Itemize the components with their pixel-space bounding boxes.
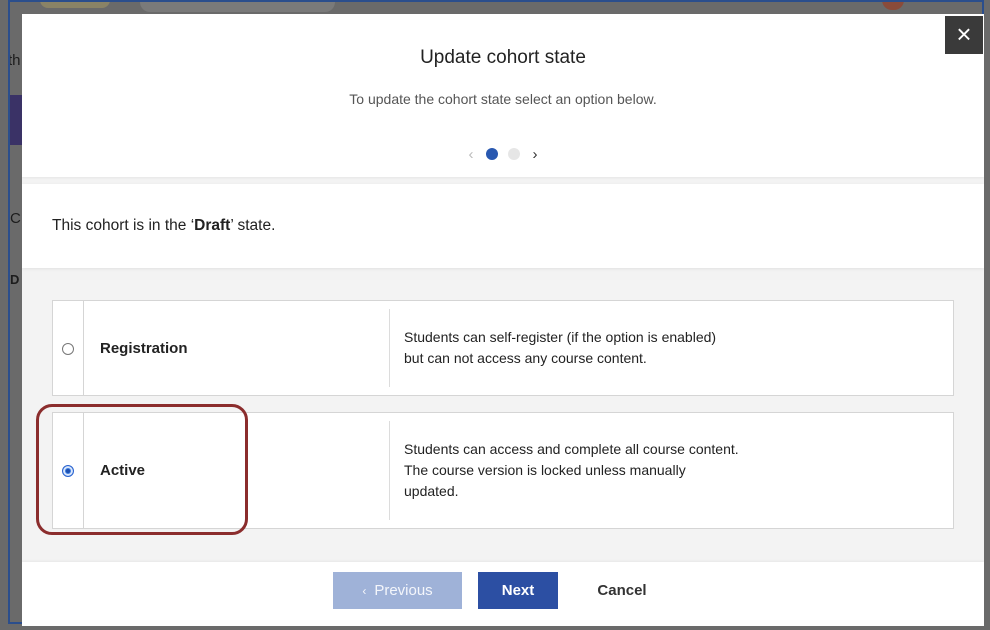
dialog-title: Update cohort state: [420, 47, 586, 68]
option-radio-cell: [53, 413, 84, 528]
previous-button[interactable]: ‹ Previous: [333, 572, 462, 609]
option-radio-cell: [53, 301, 84, 395]
current-state-text: This cohort is in the ‘Draft’ state.: [52, 217, 276, 234]
step-dot-1[interactable]: [486, 148, 498, 160]
dialog-subtitle: To update the cohort state select an opt…: [349, 91, 657, 107]
current-state-value: Draft: [194, 217, 231, 234]
radio-active[interactable]: [62, 465, 74, 477]
chevron-right-icon[interactable]: ›: [528, 147, 542, 162]
option-description: Students can access and complete all cou…: [404, 441, 739, 499]
option-label: Registration: [100, 340, 188, 357]
option-divider: [389, 421, 390, 520]
close-icon[interactable]: ×: [945, 16, 983, 54]
dialog-footer: ‹ Previous Next Cancel: [22, 562, 984, 626]
step-dot-2[interactable]: [508, 148, 520, 160]
option-description: Students can self-register (if the optio…: [404, 329, 717, 366]
option-registration[interactable]: Registration Students can self-register …: [52, 300, 954, 396]
chevron-left-icon: ‹: [362, 584, 367, 598]
chevron-left-icon[interactable]: ‹: [464, 147, 478, 162]
option-label: Active: [100, 462, 146, 479]
option-active[interactable]: Active Students can access and complete …: [52, 412, 954, 529]
cancel-button[interactable]: Cancel: [582, 572, 662, 609]
option-divider: [389, 309, 390, 387]
next-button[interactable]: Next: [478, 572, 558, 609]
update-cohort-state-dialog: Update cohort state To update the cohort…: [22, 14, 984, 626]
current-state-panel: This cohort is in the ‘Draft’ state.: [22, 184, 984, 268]
dialog-header: Update cohort state To update the cohort…: [22, 14, 984, 177]
step-indicator: ‹ ›: [22, 145, 984, 163]
radio-registration[interactable]: [62, 343, 74, 355]
